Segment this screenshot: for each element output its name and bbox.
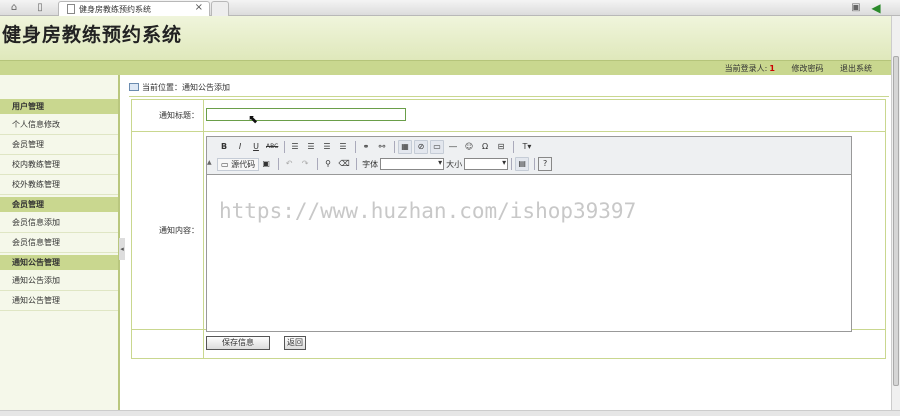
new-tab-button[interactable]	[211, 1, 229, 16]
back-button[interactable]: 返回	[284, 336, 306, 350]
logout-link[interactable]: 退出系统	[840, 64, 872, 73]
smiley-icon[interactable]: ☺	[462, 140, 476, 154]
scrollbar-thumb[interactable]	[893, 56, 899, 386]
sidebar-item-members[interactable]: 会员管理	[0, 135, 118, 155]
sidebar-item-member-add[interactable]: 会员信息添加	[0, 213, 118, 233]
form-row-title: 通知标题： ⬉	[132, 100, 885, 132]
app-title: 健身房教练预约系统	[2, 24, 183, 46]
toolbar-grip-icon: ▲	[207, 159, 212, 166]
underline-icon[interactable]: U	[249, 140, 263, 154]
help-icon[interactable]: ?	[538, 157, 553, 171]
flash-icon[interactable]: ⊘	[414, 140, 428, 154]
align-justify-icon[interactable]: ☰	[336, 140, 350, 154]
align-right-icon[interactable]: ☰	[320, 140, 334, 154]
page-icon	[67, 4, 75, 14]
redo-icon[interactable]: ↷	[298, 157, 312, 171]
text-color-icon[interactable]: T▾	[517, 140, 537, 154]
source-code-label: 源代码	[231, 159, 256, 169]
size-label: 大小	[446, 159, 463, 169]
strikethrough-icon[interactable]: ABC	[265, 140, 279, 154]
login-label: 当前登录人:	[724, 64, 768, 73]
sidebar-top	[0, 75, 118, 97]
eraser-icon[interactable]: ⌫	[337, 157, 351, 171]
main-content: 当前位置：通知公告添加 通知标题： ⬉ 通知内容： B I U ABC ☰ ☰ …	[125, 75, 890, 410]
window-icon	[129, 83, 139, 91]
font-label: 字体	[362, 159, 379, 169]
sidebar-item-notice-add[interactable]: 通知公告添加	[0, 271, 118, 291]
align-left-icon[interactable]: ☰	[288, 140, 302, 154]
notice-form: 通知标题： ⬉ 通知内容： B I U ABC ☰ ☰ ☰ ☰ ⚭ ⚯ ▦ ⊘ …	[131, 99, 886, 359]
page-break-icon[interactable]: ⊟	[494, 140, 508, 154]
login-count: 1	[769, 64, 775, 73]
content-label: 通知内容：	[132, 132, 204, 329]
browser-tabbar: ⌂ ▯ 健身房教练预约系统 × ▣ ◀	[0, 0, 900, 16]
close-tab-icon[interactable]: ×	[195, 2, 203, 13]
horizontal-rule-icon[interactable]: ―	[446, 140, 460, 154]
link-icon[interactable]: ⚭	[359, 140, 373, 154]
title-input[interactable]	[206, 108, 406, 121]
breadcrumb-text: 当前位置：通知公告添加	[142, 83, 230, 92]
sidebar: 用户管理 个人信息修改 会员管理 校内教练管理 校外教练管理 会员管理 会员信息…	[0, 75, 120, 410]
app-header: 健身房教练预约系统	[0, 16, 900, 60]
bold-icon[interactable]: B	[217, 140, 231, 154]
save-button[interactable]: 保存信息	[206, 336, 270, 350]
unlink-icon[interactable]: ⚯	[375, 140, 389, 154]
sidebar-item-member-manage[interactable]: 会员信息管理	[0, 233, 118, 253]
sidebar-item-profile[interactable]: 个人信息修改	[0, 115, 118, 135]
sidebar-group-members[interactable]: 会员管理	[0, 197, 118, 212]
fullscreen-icon[interactable]: ▤	[515, 157, 530, 171]
title-label: 通知标题：	[132, 100, 204, 131]
mouse-cursor-icon: ⬉	[248, 112, 259, 126]
special-char-icon[interactable]: Ω	[478, 140, 492, 154]
form-row-actions: 保存信息 返回	[132, 330, 885, 358]
rich-text-editor: B I U ABC ☰ ☰ ☰ ☰ ⚭ ⚯ ▦ ⊘ ▭ ― ☺ Ω ⊟ T▾ ▭…	[206, 136, 852, 332]
align-center-icon[interactable]: ☰	[304, 140, 318, 154]
watermark-text: https://www.huzhan.com/ishop39397	[219, 199, 637, 223]
sidebar-group-users[interactable]: 用户管理	[0, 99, 118, 114]
undo-icon[interactable]: ↶	[282, 157, 296, 171]
source-code-button[interactable]: ▭ 源代码	[217, 157, 260, 171]
editor-toolbar: B I U ABC ☰ ☰ ☰ ☰ ⚭ ⚯ ▦ ⊘ ▭ ― ☺ Ω ⊟ T▾ ▭…	[207, 137, 851, 175]
sidebar-item-internal-coaches[interactable]: 校内教练管理	[0, 155, 118, 175]
italic-icon[interactable]: I	[233, 140, 247, 154]
sidebar-item-external-coaches[interactable]: 校外教练管理	[0, 175, 118, 195]
status-bar	[0, 410, 900, 416]
sidebar-group-notices[interactable]: 通知公告管理	[0, 255, 118, 270]
form-row-content: 通知内容： B I U ABC ☰ ☰ ☰ ☰ ⚭ ⚯ ▦ ⊘ ▭ ― ☺ Ω …	[132, 132, 885, 332]
back-arrow-icon[interactable]: ◀	[870, 2, 882, 14]
size-select[interactable]	[464, 158, 509, 170]
paste-icon[interactable]: ▣	[259, 157, 273, 171]
lock-icon[interactable]: ▣	[850, 2, 862, 14]
sidebar-item-notice-manage[interactable]: 通知公告管理	[0, 291, 118, 311]
vertical-scrollbar[interactable]	[891, 16, 900, 410]
top-info-bar: 当前登录人: 1 修改密码 退出系统	[0, 60, 900, 75]
breadcrumb: 当前位置：通知公告添加	[129, 81, 889, 97]
image-icon[interactable]: ▦	[398, 140, 412, 154]
home-icon[interactable]: ⌂	[8, 2, 20, 14]
change-password-link[interactable]: 修改密码	[791, 64, 823, 73]
browser-tab[interactable]: 健身房教练预约系统 ×	[58, 1, 210, 16]
table-icon[interactable]: ▭	[430, 140, 444, 154]
font-select[interactable]	[380, 158, 445, 170]
bookmark-icon[interactable]: ▯	[34, 2, 46, 14]
find-icon[interactable]: ⚲	[321, 157, 335, 171]
tab-title: 健身房教练预约系统	[79, 5, 151, 14]
editor-content-area[interactable]: https://www.huzhan.com/ishop39397	[207, 175, 851, 331]
